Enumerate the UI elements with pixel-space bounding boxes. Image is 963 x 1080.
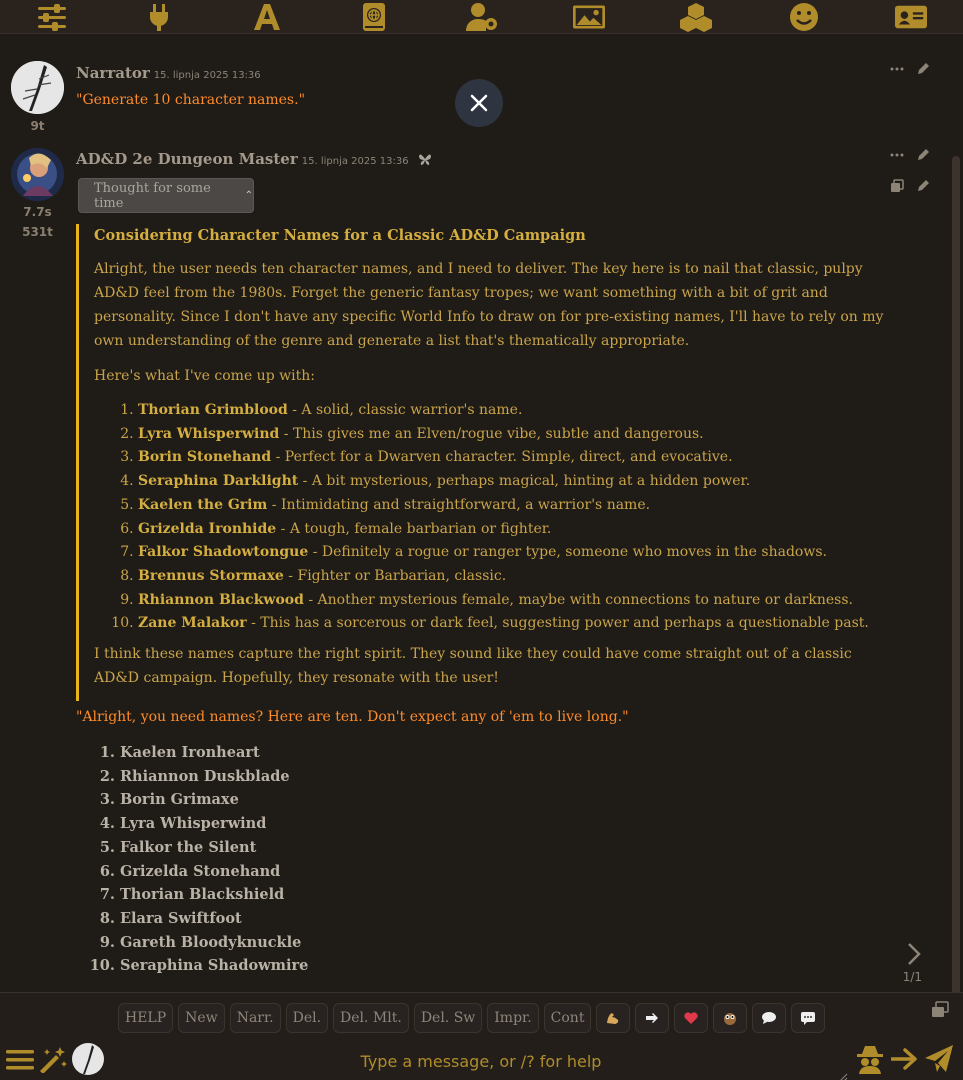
qr-heart-button[interactable] — [674, 1003, 709, 1033]
dm-response-time: 7.7s — [23, 205, 52, 219]
qr-point-right-button[interactable] — [635, 1003, 670, 1033]
id-card-icon[interactable] — [895, 2, 927, 32]
thought-toggle-button[interactable]: Thought for some time ⌃ — [78, 178, 254, 213]
qr-cont-button[interactable]: Cont — [543, 1003, 592, 1033]
persona-avatar[interactable] — [72, 1043, 104, 1075]
input-row — [0, 1040, 963, 1080]
dm-name-text: AD&D 2e Dungeon Master — [76, 150, 298, 168]
qr-del-mlt-button[interactable]: Del. Mlt. — [333, 1003, 409, 1033]
qr-del-sw-button[interactable]: Del. Sw — [413, 1003, 483, 1033]
dm-name: AD&D 2e Dungeon Master 15. lipnja 2025 13… — [76, 150, 432, 168]
list-item: Falkor Shadowtongue - Definitely a rogue… — [138, 541, 890, 565]
resize-grip-icon[interactable] — [838, 1068, 848, 1080]
reasoning-list: Thorian Grimblood - A solid, classic war… — [138, 399, 890, 636]
list-item: Kaelen Ironheart — [120, 741, 308, 765]
dm-actions-row2 — [890, 179, 930, 193]
qr-speech-bubble-button[interactable] — [752, 1003, 787, 1033]
plug-icon[interactable] — [143, 2, 175, 32]
reasoning-para-2: Here's what I've come up with: — [94, 368, 315, 384]
qr-impr-button[interactable]: Impr. — [487, 1003, 539, 1033]
qr-owl-button[interactable] — [713, 1003, 748, 1033]
pointing-hand-icon — [646, 1013, 659, 1023]
owl-icon — [724, 1013, 737, 1025]
more-options-icon[interactable] — [890, 148, 904, 162]
reasoning-heading: Considering Character Names for a Classi… — [94, 227, 586, 244]
message-input[interactable] — [112, 1044, 850, 1078]
chat-area: 9t Narrator 15. lipnja 2025 13:36 "Genera… — [0, 34, 963, 1022]
edit-reasoning-pencil-icon[interactable] — [916, 179, 930, 193]
quick-reply-stack-icon[interactable] — [931, 1001, 949, 1019]
font-a-icon[interactable] — [251, 2, 283, 32]
list-item: Gareth Bloodyknuckle — [120, 931, 308, 955]
list-item: Lyra Whisperwind - This gives me an Elve… — [138, 423, 890, 447]
world-book-icon[interactable] — [358, 2, 390, 32]
swipe-right-chevron-icon[interactable] — [903, 941, 925, 967]
reasoning-para-3: I think these names capture the right sp… — [94, 646, 852, 687]
list-item: Grizelda Stonehand — [120, 860, 308, 884]
top-toolbar — [0, 0, 963, 34]
list-item: Zane Malakor - This has a sorcerous or d… — [138, 612, 890, 636]
list-item: Rhiannon Duskblade — [120, 765, 308, 789]
list-item: Elara Swiftfoot — [120, 907, 308, 931]
list-item: Falkor the Silent — [120, 836, 308, 860]
qr-narr-button[interactable]: Narr. — [229, 1003, 281, 1033]
smiley-icon[interactable] — [788, 2, 820, 32]
qr-del-button[interactable]: Del. — [285, 1003, 329, 1033]
dm-reply-quote: "Alright, you need names? Here are ten. … — [76, 709, 629, 725]
dm-actions-row1 — [890, 148, 930, 162]
list-item: Thorian Grimblood - A solid, classic war… — [138, 399, 890, 423]
copy-icon[interactable] — [890, 179, 904, 193]
list-item: Rhiannon Blackwood - Another mysterious … — [138, 589, 890, 613]
user-gear-icon[interactable] — [465, 2, 498, 32]
incognito-icon[interactable] — [856, 1044, 884, 1074]
dm-avatar[interactable] — [11, 148, 64, 201]
close-button[interactable] — [455, 79, 503, 127]
qr-chat-dots-button[interactable] — [791, 1003, 826, 1033]
qr-new-button[interactable]: New — [178, 1003, 225, 1033]
qr-help-button[interactable]: HELP — [118, 1003, 174, 1033]
send-icon[interactable] — [924, 1044, 954, 1074]
list-item: Kaelen the Grim - Intimidating and strai… — [138, 494, 890, 518]
quick-reply-row: HELP New Narr. Del. Del. Mlt. Del. Sw Im… — [118, 1003, 826, 1033]
arrow-right-icon[interactable] — [891, 1047, 919, 1071]
image-icon[interactable] — [572, 2, 605, 32]
list-item: Seraphina Shadowmire — [120, 954, 308, 978]
list-item: Borin Grimaxe — [120, 788, 308, 812]
names-list: Kaelen Ironheart Rhiannon Duskblade Bori… — [120, 741, 308, 978]
list-item: Seraphina Darklight - A bit mysterious, … — [138, 470, 890, 494]
sliders-icon[interactable] — [36, 2, 68, 32]
list-item: Grizelda Ironhide - A tough, female barb… — [138, 518, 890, 542]
qr-flex-arm-button[interactable] — [596, 1003, 631, 1033]
quick-reply-bar: HELP New Narr. Del. Del. Mlt. Del. Sw Im… — [0, 992, 963, 1040]
reasoning-block: Considering Character Names for a Classi… — [76, 224, 896, 702]
list-item: Borin Stonehand - Perfect for a Dwarven … — [138, 446, 890, 470]
edit-pencil-icon[interactable] — [916, 148, 930, 162]
hamburger-menu-icon[interactable] — [6, 1048, 34, 1072]
heart-icon — [684, 1012, 699, 1024]
thought-toggle-label: Thought for some time — [94, 180, 211, 211]
chat-scrollbar[interactable] — [952, 156, 960, 1022]
cubes-icon[interactable] — [680, 2, 713, 32]
dm-timestamp: 15. lipnja 2025 13:36 — [301, 156, 409, 167]
speech-bubble-icon — [762, 1012, 777, 1024]
chat-dots-icon — [801, 1012, 816, 1025]
list-item: Brennus Stormaxe - Fighter or Barbarian,… — [138, 565, 890, 589]
dm-token-count: 531t — [22, 225, 53, 239]
chevron-up-icon: ⌃ — [244, 190, 253, 201]
reasoning-para-1: Alright, the user needs ten character na… — [94, 261, 884, 349]
magic-wand-icon[interactable] — [38, 1045, 68, 1073]
list-item: Lyra Whisperwind — [120, 812, 308, 836]
dm-message: 7.7s 531t AD&D 2e Dungeon Master 15. lipn… — [0, 34, 950, 992]
list-item: Thorian Blackshield — [120, 883, 308, 907]
butterfly-icon — [418, 154, 431, 165]
flexed-arm-icon — [607, 1013, 619, 1024]
swipe-counter: 1/1 — [902, 970, 922, 984]
